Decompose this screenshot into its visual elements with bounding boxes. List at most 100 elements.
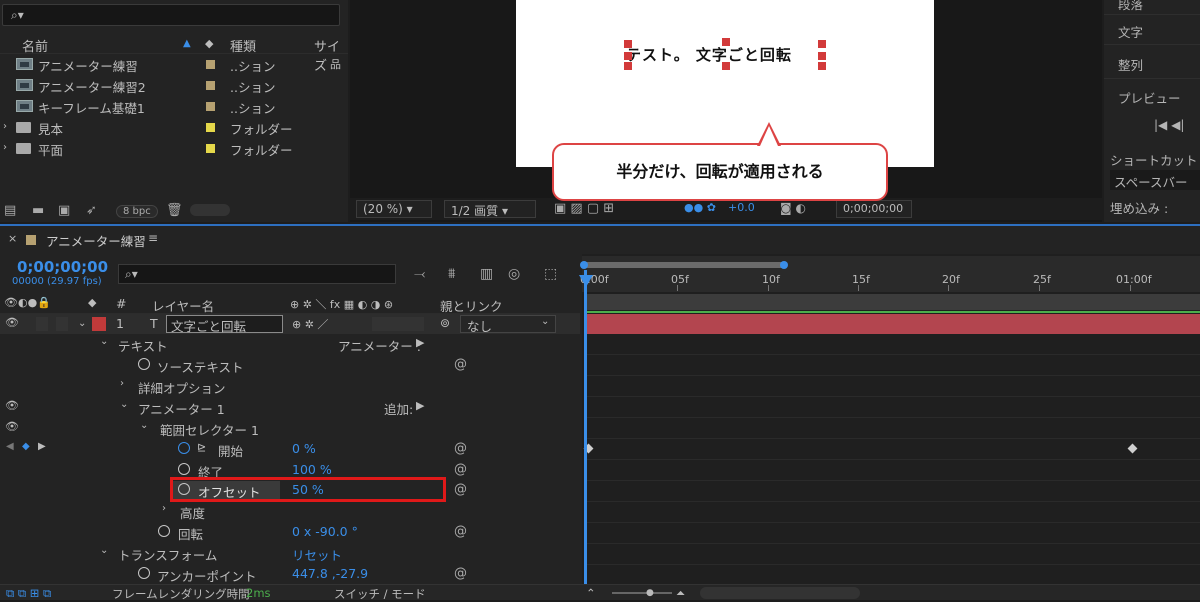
snapshot-icon[interactable]: ◙ ◐ — [780, 201, 806, 215]
parent-select[interactable]: なし ⌄ — [460, 315, 556, 334]
bounding-handle[interactable] — [624, 62, 632, 70]
interpret-footage-icon[interactable]: ▤ — [4, 203, 16, 218]
thumbnail-slider[interactable] — [190, 204, 230, 216]
expression-icon[interactable]: @ — [454, 441, 467, 456]
playhead-line[interactable] — [584, 270, 587, 590]
add-menu[interactable]: 追加: — [384, 399, 413, 418]
panel-character[interactable]: 文字 — [1118, 22, 1143, 41]
timeline-tab[interactable]: × アニメーター練習 ≡ — [0, 228, 580, 252]
expression-icon[interactable]: @ — [454, 357, 467, 372]
label-color-swatch[interactable] — [206, 123, 215, 132]
panel-align[interactable]: 整列 — [1118, 55, 1143, 74]
project-search-input[interactable]: ⌕▾ — [2, 4, 340, 26]
canvas-text-layer[interactable]: テスト。 文字ごと回転 — [626, 44, 792, 65]
viewer-timecode[interactable]: 0;00;00;00 — [836, 200, 912, 218]
graph-icon[interactable]: ⊵ — [197, 441, 206, 454]
bounding-handle[interactable] — [624, 40, 632, 48]
prop-animator[interactable]: 👁 ⌄ アニメーター 1 追加: ▶ — [0, 397, 580, 417]
layer-switches[interactable]: ⊕ ✲ ／ — [292, 316, 328, 332]
project-item[interactable]: アニメーター練習2 ..ション — [0, 75, 348, 95]
pick-whip-icon[interactable]: ⊚ — [440, 316, 450, 330]
column-layer-name[interactable]: レイヤー名 — [152, 296, 214, 315]
panel-preview[interactable]: プレビュー — [1118, 88, 1181, 107]
chevron-right-icon[interactable]: › — [3, 142, 7, 153]
next-keyframe-icon[interactable]: ▶ — [38, 441, 46, 452]
expression-icon[interactable]: @ — [454, 524, 467, 539]
shy-layers-icon[interactable]: ⩩ — [448, 266, 455, 282]
zoom-select[interactable]: (20 %) ▾ — [356, 200, 432, 218]
sort-arrow-icon[interactable]: ▲ — [183, 38, 191, 49]
column-parent[interactable]: 親とリンク — [440, 296, 503, 315]
playhead-handle[interactable] — [579, 275, 593, 287]
project-item[interactable]: アニメーター練習 ..ション 品 — [0, 54, 348, 74]
chevron-down-icon[interactable]: ⌄ — [78, 318, 86, 329]
resolution-select[interactable]: 1/2 画質 ▾ — [444, 200, 536, 218]
panel-menu-icon[interactable]: ≡ — [148, 231, 158, 245]
bounding-handle[interactable] — [818, 52, 826, 60]
exposure-value[interactable]: +0.0 — [728, 201, 755, 214]
prop-advanced[interactable]: › 高度 — [0, 501, 580, 521]
animator-menu[interactable]: アニメーター : — [338, 336, 421, 355]
prop-range-selector[interactable]: 👁 ⌄ 範囲セレクター 1 — [0, 418, 580, 438]
keyframe-toggle-icon[interactable]: ◆ — [22, 441, 30, 452]
timeline-search-input[interactable]: ⌕▾ — [118, 264, 396, 284]
switch-boxes[interactable] — [372, 317, 424, 331]
skip-back-icon[interactable]: |◀ ◀| — [1154, 118, 1184, 132]
panel-paragraph[interactable]: 段落 — [1118, 0, 1143, 13]
timeline-tab-label[interactable]: アニメーター練習 — [46, 231, 146, 250]
reset-link[interactable]: リセット — [292, 545, 342, 564]
stopwatch-icon[interactable] — [138, 358, 150, 370]
composition-canvas[interactable]: テスト。 文字ごと回転 — [516, 0, 934, 167]
prop-anchor-point[interactable]: アンカーポイント 447.8 ,-27.9 @ — [0, 564, 580, 584]
graph-editor-icon[interactable]: ⬚ — [544, 266, 557, 282]
solo-switch[interactable] — [36, 317, 48, 331]
new-folder-icon[interactable]: ▬ — [32, 203, 44, 218]
column-name[interactable]: 名前 — [22, 36, 48, 55]
prop-more-options[interactable]: › 詳細オプション — [0, 376, 580, 396]
expression-icon[interactable]: @ — [454, 462, 467, 477]
zoom-out-icon[interactable]: ⌃ — [586, 586, 596, 600]
eye-icon[interactable]: 👁 — [5, 316, 19, 329]
eye-icon[interactable]: 👁 — [5, 420, 19, 433]
zoom-in-icon[interactable]: ⏶ — [676, 586, 685, 601]
prop-text[interactable]: ⌄ テキスト アニメーター : ▶ — [0, 334, 580, 354]
region-of-interest-icon[interactable]: ▣ ▨ ▢ ⊞ — [554, 201, 614, 216]
prop-rotation[interactable]: 回転 0 x -90.0 ° @ — [0, 522, 580, 542]
layer-label-color[interactable] — [92, 317, 106, 331]
frame-blending-icon[interactable]: ▥ — [480, 266, 493, 282]
color-channel-icon[interactable]: ●● ✿ — [684, 201, 716, 214]
column-type[interactable]: 種類 — [230, 36, 256, 55]
stopwatch-icon[interactable] — [178, 463, 190, 475]
bpc-button[interactable]: 8 bpc — [116, 205, 158, 218]
bounding-handle[interactable] — [722, 38, 730, 46]
zoom-slider-thumb[interactable]: ● — [646, 588, 654, 598]
close-icon[interactable]: × — [8, 232, 17, 245]
anchor-value[interactable]: 447.8 ,-27.9 — [292, 566, 368, 581]
eye-icon[interactable]: 👁 — [5, 399, 19, 412]
prop-transform[interactable]: ⌄ トランスフォーム リセット — [0, 543, 580, 563]
stopwatch-icon[interactable] — [138, 567, 150, 579]
lock-switch[interactable] — [56, 317, 68, 331]
label-color-swatch[interactable] — [206, 60, 215, 69]
flowchart-icon[interactable]: ➶ — [86, 203, 97, 218]
project-item[interactable]: キーフレーム基礎1 ..ション — [0, 96, 348, 116]
play-icon[interactable]: ▶ — [416, 336, 424, 349]
bounding-handle[interactable] — [818, 40, 826, 48]
timeline-scrollbar[interactable] — [700, 587, 860, 599]
stopwatch-icon[interactable] — [178, 442, 190, 454]
bounding-handle[interactable] — [624, 52, 632, 60]
layer-row[interactable]: 👁 ⌄ 1 T 文字ごと回転 ⊕ ✲ ／ ⊚ なし ⌄ — [0, 314, 580, 334]
zoom-slider[interactable] — [612, 592, 672, 594]
layer-duration-bar[interactable] — [586, 314, 1200, 334]
work-area-bar[interactable] — [584, 262, 782, 268]
footer-toggle-icons[interactable]: ⧉ ⧉ ⊞ ⧉ — [6, 586, 51, 601]
play-icon[interactable]: ▶ — [416, 399, 424, 412]
expression-icon[interactable]: @ — [454, 482, 467, 497]
new-composition-icon[interactable]: ▣ — [58, 203, 70, 218]
label-color-swatch[interactable] — [206, 102, 215, 111]
motion-blur-icon[interactable]: ◎ — [508, 266, 520, 282]
end-value[interactable]: 100 % — [292, 462, 332, 477]
chevron-right-icon[interactable]: › — [3, 121, 7, 132]
project-item[interactable]: › 平面 フォルダー — [0, 138, 348, 158]
stopwatch-icon[interactable] — [158, 525, 170, 537]
